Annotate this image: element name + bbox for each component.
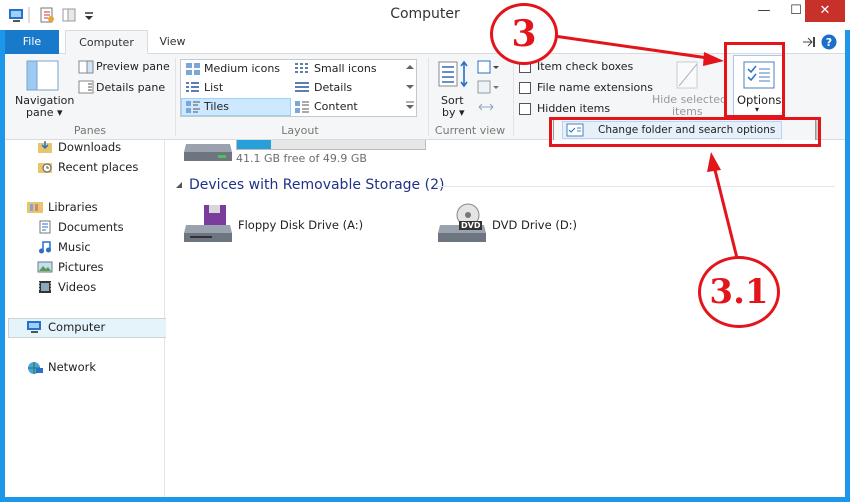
- annotation-arrows: [553, 34, 739, 259]
- annotation-step-3: 3: [490, 3, 558, 65]
- annotation-step-3-1: 3.1: [698, 256, 780, 328]
